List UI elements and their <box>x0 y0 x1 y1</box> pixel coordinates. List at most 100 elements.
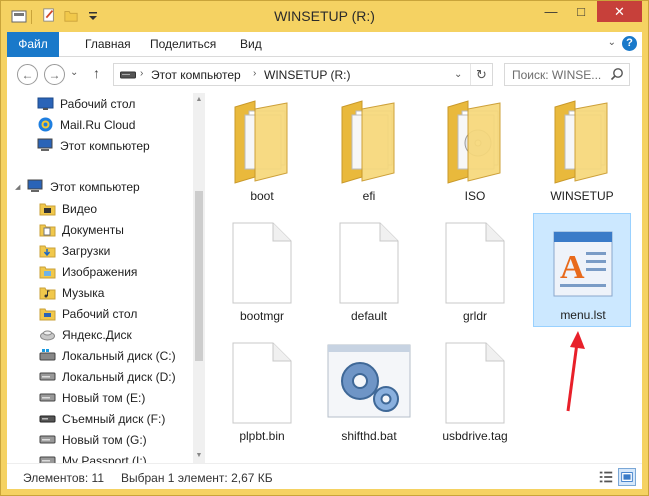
yandex-disk-icon <box>39 327 56 342</box>
scrollbar-thumb[interactable] <box>195 191 203 361</box>
navigation-pane[interactable]: Рабочий стол Mail.Ru Cloud Этот компьютер ◢… <box>7 93 205 463</box>
annotation-arrow <box>566 331 585 412</box>
tab-view[interactable]: Вид <box>228 32 274 57</box>
sidebar-item-label: Изображения <box>62 265 138 279</box>
file-item[interactable]: usbdrive.tag <box>426 333 524 447</box>
sidebar-item[interactable]: Этот компьютер <box>7 136 192 157</box>
drive-icon <box>39 432 56 447</box>
file-item[interactable]: efi <box>320 93 418 207</box>
sidebar-item[interactable]: Музыка <box>7 283 192 304</box>
sidebar-item[interactable]: Mail.Ru Cloud <box>7 115 192 136</box>
ribbon-expand-icon[interactable]: ⌄ <box>608 37 616 48</box>
tab-share[interactable]: Поделиться <box>138 32 228 57</box>
folder-icon <box>334 97 404 185</box>
blank-file-icon <box>334 217 404 305</box>
title-bar: WINSETUP (R:) — □ ✕ <box>1 1 648 32</box>
details-view-button[interactable] <box>597 468 615 486</box>
breadcrumb-winsetup[interactable]: WINSETUP (R:) <box>264 68 350 82</box>
search-icon[interactable] <box>610 67 624 81</box>
up-button[interactable]: ↑ <box>93 65 100 81</box>
sidebar-item-label: Загрузки <box>62 244 111 258</box>
sidebar-item[interactable]: Видео <box>7 199 192 220</box>
sidebar-item-label: Новый том (G:) <box>62 433 147 447</box>
downloads-folder-icon <box>39 243 56 258</box>
sidebar-item[interactable]: ◢ Этот компьютер <box>7 177 192 198</box>
explorer-window: WINSETUP (R:) — □ ✕ Файл Главная Поделит… <box>0 0 649 496</box>
navigation-bar: ← → ⌄ ↑ › Этот компьютер › WINSETUP (R:)… <box>7 57 642 93</box>
sidebar-item[interactable]: Загрузки <box>7 241 192 262</box>
status-bar: Элементов: 11 Выбран 1 элемент: 2,67 КБ <box>7 463 642 489</box>
sidebar-item[interactable]: Документы <box>7 220 192 241</box>
file-item[interactable]: bootmgr <box>213 213 311 327</box>
ribbon-tabs: Файл Главная Поделиться Вид ⌄ ? <box>7 32 642 146</box>
back-button[interactable]: ← <box>17 64 38 85</box>
sidebar-item-label: My Passport (I:) <box>62 454 147 463</box>
file-name: default <box>350 309 388 323</box>
file-name: menu.lst <box>560 308 606 322</box>
maximize-button[interactable]: □ <box>567 1 595 22</box>
search-box[interactable]: Поиск: WINSE... <box>504 63 630 86</box>
desktop-icon <box>37 96 54 111</box>
file-item[interactable]: boot <box>213 93 311 207</box>
large-icons-view-button[interactable] <box>618 468 636 486</box>
address-dropdown-icon[interactable]: ⌄ <box>454 69 462 80</box>
sidebar-item[interactable]: Новый том (E:) <box>7 388 192 409</box>
breadcrumb-this-pc[interactable]: Этот компьютер <box>151 68 241 82</box>
batch-file-icon <box>324 337 414 425</box>
forward-button[interactable]: → <box>44 64 65 85</box>
refresh-button[interactable]: ↻ <box>470 64 492 85</box>
expand-arrow-icon[interactable]: ◢ <box>15 183 20 191</box>
file-name: ISO <box>464 189 486 203</box>
help-icon[interactable]: ? <box>622 36 637 51</box>
sidebar-item-label: Яндекс.Диск <box>62 328 132 342</box>
file-name: efi <box>362 189 376 203</box>
folder-icon <box>547 97 617 185</box>
scroll-up-icon[interactable]: ▲ <box>193 93 205 107</box>
sidebar-item[interactable]: My Passport (I:) <box>7 451 192 463</box>
file-name: grldr <box>462 309 487 323</box>
file-item[interactable]: plpbt.bin <box>213 333 311 447</box>
file-item[interactable]: shifthd.bat <box>320 333 418 447</box>
search-input[interactable]: Поиск: WINSE... <box>512 68 601 82</box>
file-name: usbdrive.tag <box>442 429 508 443</box>
address-bar[interactable]: › Этот компьютер › WINSETUP (R:) ⌄ ↻ <box>113 63 493 86</box>
svg-text:A: A <box>560 249 585 286</box>
pictures-folder-icon <box>39 264 56 279</box>
sidebar-item-label: Съемный диск (F:) <box>62 412 166 426</box>
file-item-selected[interactable]: Amenu.lst <box>533 213 631 327</box>
close-button[interactable]: ✕ <box>597 1 642 22</box>
removable-drive-icon <box>39 411 56 426</box>
large-icons-view-icon <box>621 472 633 482</box>
file-item[interactable]: grldr <box>426 213 524 327</box>
nav-pane-scrollbar[interactable]: ▲ ▼ <box>193 93 205 463</box>
sidebar-item[interactable]: Локальный диск (D:) <box>7 367 192 388</box>
sidebar-item-label: Видео <box>62 202 98 216</box>
sidebar-item[interactable]: Изображения <box>7 262 192 283</box>
windows-drive-icon <box>39 348 56 363</box>
sidebar-item[interactable]: Рабочий стол <box>7 304 192 325</box>
sidebar-item-label: Mail.Ru Cloud <box>60 118 136 132</box>
minimize-button[interactable]: — <box>537 1 565 22</box>
file-name: boot <box>250 189 274 203</box>
sidebar-item-label: Этот компьютер <box>60 139 150 153</box>
sidebar-item-label: Рабочий стол <box>60 97 136 111</box>
file-item[interactable]: WINSETUP <box>533 93 631 207</box>
sidebar-item-label: Документы <box>62 223 124 237</box>
recent-locations-icon[interactable]: ⌄ <box>70 67 78 78</box>
file-name: WINSETUP <box>550 189 614 203</box>
sidebar-item[interactable]: Съемный диск (F:) <box>7 409 192 430</box>
tab-home[interactable]: Главная <box>73 32 143 57</box>
item-count: Элементов: 11 <box>23 471 104 485</box>
sidebar-item[interactable]: Новый том (G:) <box>7 430 192 451</box>
sidebar-item[interactable]: Рабочий стол <box>7 94 192 115</box>
scroll-down-icon[interactable]: ▼ <box>193 449 205 463</box>
file-item[interactable]: default <box>320 213 418 327</box>
sidebar-item[interactable]: Яндекс.Диск <box>7 325 192 346</box>
blank-file-icon <box>227 217 297 305</box>
sidebar-item[interactable]: Локальный диск (C:) <box>7 346 192 367</box>
details-view-icon <box>599 471 613 483</box>
sidebar-item-label: Рабочий стол <box>62 307 138 321</box>
file-name: bootmgr <box>239 309 285 323</box>
folder-icon <box>227 97 297 185</box>
file-item[interactable]: ISO <box>426 93 524 207</box>
